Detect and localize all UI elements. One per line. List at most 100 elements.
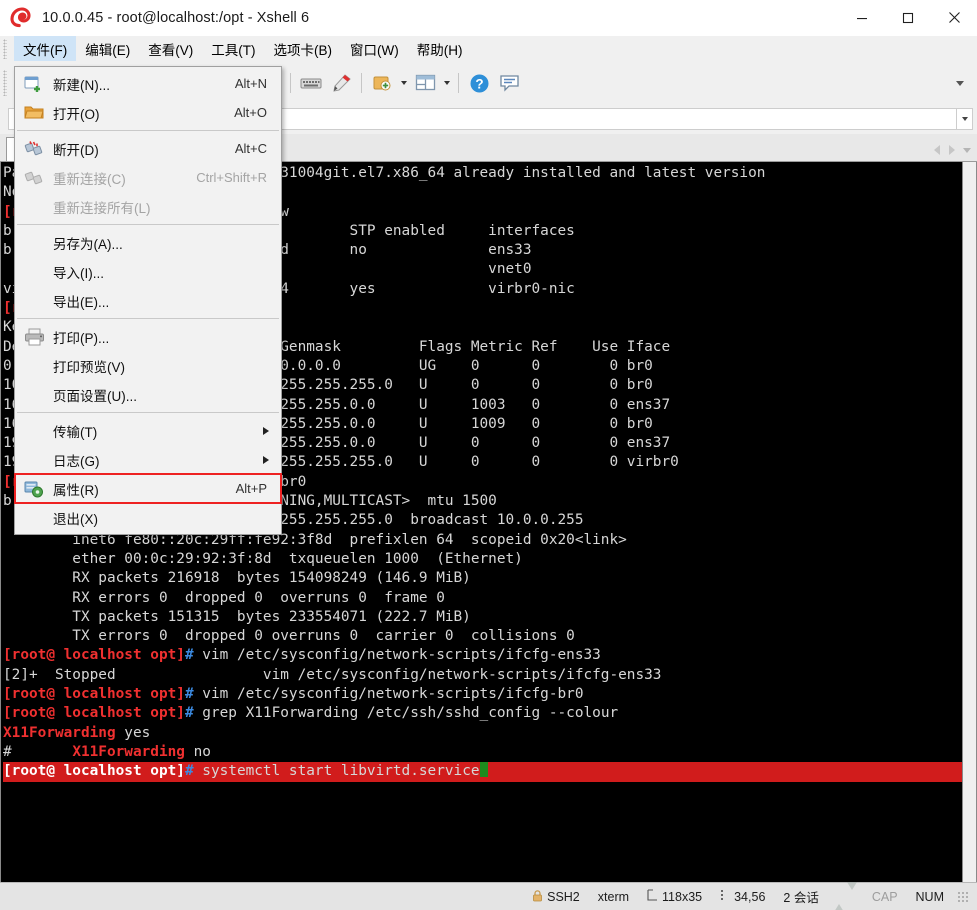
terminal-line: TX packets 151315 bytes 233554071 (222.7… [3, 608, 471, 625]
file-menu-item-shortcut: Alt+P [235, 481, 267, 496]
separator-4 [361, 73, 362, 93]
menu-view[interactable]: 查看(V) [139, 36, 202, 61]
file-menu-item-0[interactable]: 新建(N)... Alt+N [15, 69, 281, 98]
close-button[interactable] [931, 0, 977, 36]
resize-grip[interactable] [957, 890, 969, 903]
status-terminal-type: xterm [597, 889, 630, 904]
new-session-icon [15, 75, 53, 93]
address-dropdown-arrow[interactable] [957, 108, 973, 130]
terminal-line: [root@ localhost opt]# systemctl start l… [3, 762, 962, 782]
file-menu-item-shortcut: Alt+N [234, 76, 267, 91]
terminal-line: ether 00:0c:29:92:3f:8d txqueuelen 1000 … [3, 550, 523, 567]
status-size-label: 118x35 [662, 889, 703, 904]
terminal-line: RX errors 0 dropped 0 overruns 0 frame 0 [3, 589, 445, 606]
terminal-size-icon [647, 889, 658, 904]
terminal-line: [root@ localhost opt]# vim /etc/sysconfi… [3, 647, 601, 664]
feedback-icon[interactable] [495, 69, 523, 97]
file-menu-item-8[interactable]: 导入(I)... [15, 257, 281, 286]
file-menu-item-16[interactable]: 日志(G) [15, 445, 281, 474]
menu-tabs[interactable]: 选项卡(B) [265, 36, 342, 61]
file-menu-item-label: 传输(T) [53, 424, 98, 440]
title-bar: 10.0.0.45 - root@localhost:/opt - Xshell… [0, 0, 977, 36]
terminal-line: TX errors 0 dropped 0 overruns 0 carrier… [3, 628, 575, 645]
status-size: 118x35 [638, 883, 711, 910]
file-menu-item-15[interactable]: 传输(T) [15, 416, 281, 445]
file-menu-item-7[interactable]: 另存为(A)... [15, 228, 281, 257]
file-menu-item-12[interactable]: 打印预览(V) [15, 351, 281, 380]
status-cursor: 34,56 [711, 883, 774, 910]
file-menu-item-label: 打印预览(V) [53, 359, 125, 375]
cursor-position-icon [720, 889, 730, 904]
tab-list-chevron-icon[interactable] [960, 142, 973, 158]
reconnect-icon [15, 169, 53, 187]
menu-edit[interactable]: 编辑(E) [76, 36, 139, 61]
open-folder-icon [15, 104, 53, 121]
xshell-window: 10.0.0.45 - root@localhost:/opt - Xshell… [0, 0, 977, 910]
add-item-dropdown-arrow[interactable] [397, 69, 410, 97]
terminal-cursor [479, 762, 488, 778]
file-menu-item-label: 重新连接(C) [53, 171, 126, 187]
status-protocol-label: SSH2 [547, 889, 580, 904]
menu-window[interactable]: 窗口(W) [341, 36, 408, 61]
file-menu-item-shortcut: Ctrl+Shift+R [196, 170, 267, 185]
menu-tools[interactable]: 工具(T) [202, 36, 264, 61]
status-bar: SSH2 xterm 118x35 34,56 2 会话 CAP NUM [0, 881, 977, 910]
layout-dropdown-arrow[interactable] [440, 69, 453, 97]
terminal-line: X11Forwarding yes [3, 724, 151, 741]
disconnect-icon [15, 140, 53, 158]
menu-separator [17, 318, 279, 319]
tab-scroll-left-icon[interactable] [930, 142, 943, 158]
file-menu-item-shortcut: Alt+C [234, 141, 267, 156]
file-menu-item-3[interactable]: 断开(D) Alt+C [15, 134, 281, 163]
submenu-chevron-icon [263, 426, 281, 435]
highlight-pen-icon[interactable] [327, 69, 355, 97]
file-menu-item-label: 导出(E)... [53, 294, 110, 310]
file-menu-item-shortcut: Alt+O [234, 105, 267, 120]
menu-help[interactable]: 帮助(H) [408, 36, 472, 61]
file-menu-item-label: 退出(X) [53, 511, 98, 527]
file-menu-item-4: 重新连接(C) Ctrl+Shift+R [15, 163, 281, 192]
toolbar-overflow-chevron-icon[interactable] [953, 69, 967, 97]
file-menu-dropdown: 新建(N)... Alt+N 打开(O) Alt+O 断开(D) Alt+C 重新连接(C)… [14, 66, 282, 535]
file-menu-item-label: 打印(P)... [53, 330, 110, 346]
add-item-icon[interactable] [368, 69, 396, 97]
transfer-down-icon [846, 881, 857, 904]
properties-icon [15, 480, 53, 498]
window-title: 10.0.0.45 - root@localhost:/opt - Xshell… [42, 9, 310, 26]
file-menu-item-18[interactable]: 退出(X) [15, 503, 281, 532]
menu-separator [17, 412, 279, 413]
printer-icon [15, 328, 53, 346]
file-menu-item-label: 导入(I)... [53, 265, 104, 281]
separator-5 [458, 73, 459, 93]
keyboard-icon[interactable] [297, 69, 325, 97]
submenu-chevron-icon [263, 455, 281, 464]
file-menu-item-label: 属性(R) [53, 482, 99, 498]
file-menu-item-1[interactable]: 打开(O) Alt+O [15, 98, 281, 127]
transfer-up-icon [833, 889, 844, 910]
tab-scroll-right-icon[interactable] [945, 142, 958, 158]
minimize-button[interactable] [839, 0, 885, 36]
window-controls [839, 0, 977, 36]
status-sessions: 2 会话 [783, 891, 819, 905]
terminal-line: RX packets 216918 bytes 154098249 (146.9… [3, 570, 471, 587]
menu-bar: 文件(F) 编辑(E) 查看(V) 工具(T) 选项卡(B) 窗口(W) 帮助(… [0, 36, 977, 62]
terminal-line: [root@ localhost opt]# grep X11Forwardin… [3, 705, 619, 722]
terminal-line: [2]+ Stopped vim /etc/sysconfig/network-… [3, 666, 662, 683]
file-menu-item-label: 断开(D) [53, 142, 99, 158]
tab-nav [930, 142, 973, 161]
layout-icon[interactable] [411, 69, 439, 97]
maximize-button[interactable] [885, 0, 931, 36]
ssh-lock-icon [532, 889, 543, 905]
file-menu-item-label: 重新连接所有(L) [53, 200, 151, 216]
menu-file[interactable]: 文件(F) [14, 36, 77, 61]
file-menu-item-11[interactable]: 打印(P)... [15, 322, 281, 351]
menu-separator [17, 224, 279, 225]
help-icon[interactable]: ? [465, 69, 493, 97]
file-menu-item-17[interactable]: 属性(R) Alt+P [14, 473, 282, 504]
file-menu-item-9[interactable]: 导出(E)... [15, 286, 281, 315]
file-menu-item-13[interactable]: 页面设置(U)... [15, 380, 281, 409]
separator-3 [290, 73, 291, 93]
terminal-scrollbar[interactable] [962, 162, 976, 882]
terminal-line: # X11Forwarding no [3, 743, 211, 760]
file-menu-item-label: 新建(N)... [53, 77, 110, 93]
